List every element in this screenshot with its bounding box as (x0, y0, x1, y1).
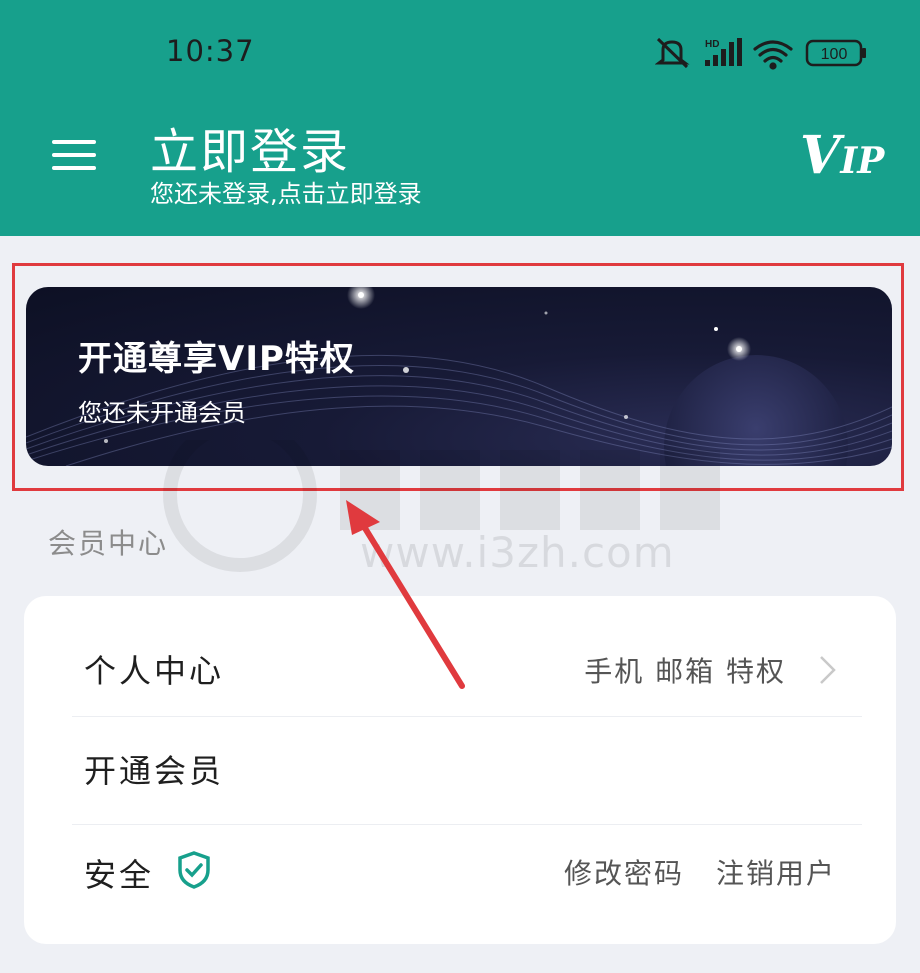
row-label: 开通会员 (84, 752, 225, 790)
vip-logo[interactable]: VIP (800, 125, 884, 186)
row-label: 安全 (84, 856, 155, 894)
chevron-right-icon (820, 656, 836, 684)
row-personal-center[interactable]: 个人中心 手机 邮箱 特权 (24, 616, 896, 720)
vip-logo-ip: IP (840, 140, 885, 182)
row-detail: 手机 邮箱 特权 (584, 655, 786, 688)
app-header: 10:37 HD 100 立即登录 您还未登录,点击立即登录 VIP (0, 0, 920, 236)
battery-icon: 100 (805, 39, 866, 67)
menu-icon[interactable] (52, 138, 98, 172)
status-icons: HD 100 (655, 37, 866, 70)
shield-check-icon (178, 851, 210, 889)
deregister-user-link[interactable]: 注销用户 (716, 852, 836, 892)
row-label: 个人中心 (84, 652, 225, 690)
annotation-highlight-box (12, 263, 904, 491)
status-time: 10:37 (166, 34, 255, 68)
divider (72, 716, 862, 717)
login-title[interactable]: 立即登录 (150, 112, 350, 182)
watermark-url: www.i3zh.com (360, 528, 675, 577)
change-password-link[interactable]: 修改密码 (564, 852, 684, 892)
row-security[interactable]: 安全 修改密码 注销用户 (24, 824, 896, 928)
row-open-membership[interactable]: 开通会员 (24, 718, 896, 822)
section-label-member-center: 会员中心 (48, 527, 169, 560)
signal-icon: HD (705, 38, 742, 66)
svg-text:HD: HD (705, 39, 719, 50)
login-subtitle[interactable]: 您还未登录,点击立即登录 (150, 174, 422, 209)
wifi-icon (753, 40, 793, 70)
mute-bell-icon (655, 37, 690, 69)
member-menu-card: 个人中心 手机 邮箱 特权 开通会员 安全 修改密码 注销用户 (24, 596, 896, 944)
svg-text:100: 100 (821, 46, 848, 63)
vip-logo-v: V (800, 125, 841, 186)
